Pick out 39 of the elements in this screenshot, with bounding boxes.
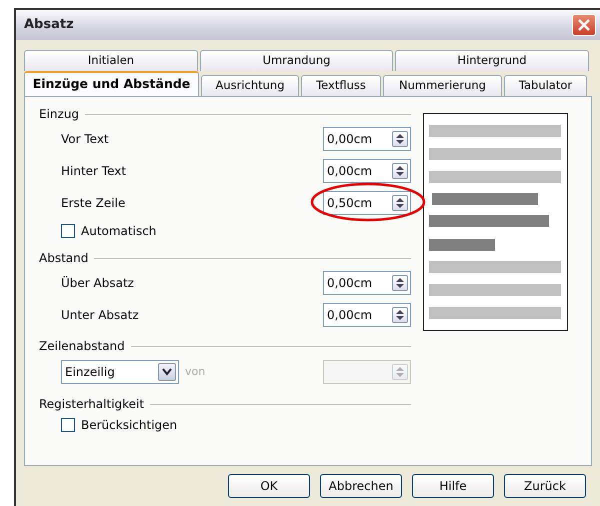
spin-field[interactable]: 0,00cm: [323, 159, 411, 183]
spin-field[interactable]: 0,50cm: [323, 191, 411, 215]
dialog-button[interactable]: Zurück: [504, 474, 586, 498]
tab[interactable]: Initialen: [24, 50, 198, 71]
field-label: von: [185, 364, 206, 380]
spin-field[interactable]: 0,00cm: [323, 127, 411, 151]
window-title: Absatz: [24, 16, 74, 34]
field-label: Über Absatz: [61, 275, 134, 292]
spin-arrows-icon[interactable]: [392, 195, 408, 211]
section-heading: Zeilenabstand: [39, 338, 125, 355]
tab[interactable]: Tabulator: [504, 75, 587, 96]
field-label: Unter Absatz: [61, 307, 139, 324]
dialog-button[interactable]: Hilfe: [412, 474, 494, 498]
section-heading: Einzug: [39, 106, 80, 123]
tab[interactable]: Hintergrund: [395, 50, 589, 71]
section-heading: Abstand: [39, 250, 88, 267]
spin-arrows-icon[interactable]: [392, 131, 408, 147]
tab[interactable]: Einzüge und Abstände: [24, 71, 199, 96]
tab[interactable]: Nummerierung: [383, 75, 502, 96]
dialog-button[interactable]: OK: [228, 474, 310, 498]
field-label: Vor Text: [61, 131, 109, 148]
field-label: Hinter Text: [61, 163, 126, 180]
close-button[interactable]: [572, 14, 596, 36]
section-heading: Registerhaltigkeit: [39, 396, 144, 413]
checkbox-label: Automatisch: [81, 223, 156, 240]
tab[interactable]: Ausrichtung: [201, 75, 299, 96]
field-label: Erste Zeile: [61, 195, 126, 212]
spin-arrows-icon[interactable]: [392, 275, 408, 291]
tab[interactable]: Textfluss: [301, 75, 381, 96]
close-icon: [577, 18, 591, 32]
spin-arrows-icon[interactable]: [392, 307, 408, 323]
spin-field[interactable]: 0,00cm: [323, 271, 411, 295]
checkbox[interactable]: [61, 418, 75, 432]
checkbox-label: Berücksichtigen: [81, 417, 178, 434]
checkbox[interactable]: [61, 224, 75, 238]
spin-field[interactable]: 0,00cm: [323, 303, 411, 327]
dialog-button[interactable]: Abbrechen: [320, 474, 402, 498]
tab[interactable]: Umrandung: [200, 50, 393, 71]
spin-arrows-icon[interactable]: [392, 163, 408, 179]
